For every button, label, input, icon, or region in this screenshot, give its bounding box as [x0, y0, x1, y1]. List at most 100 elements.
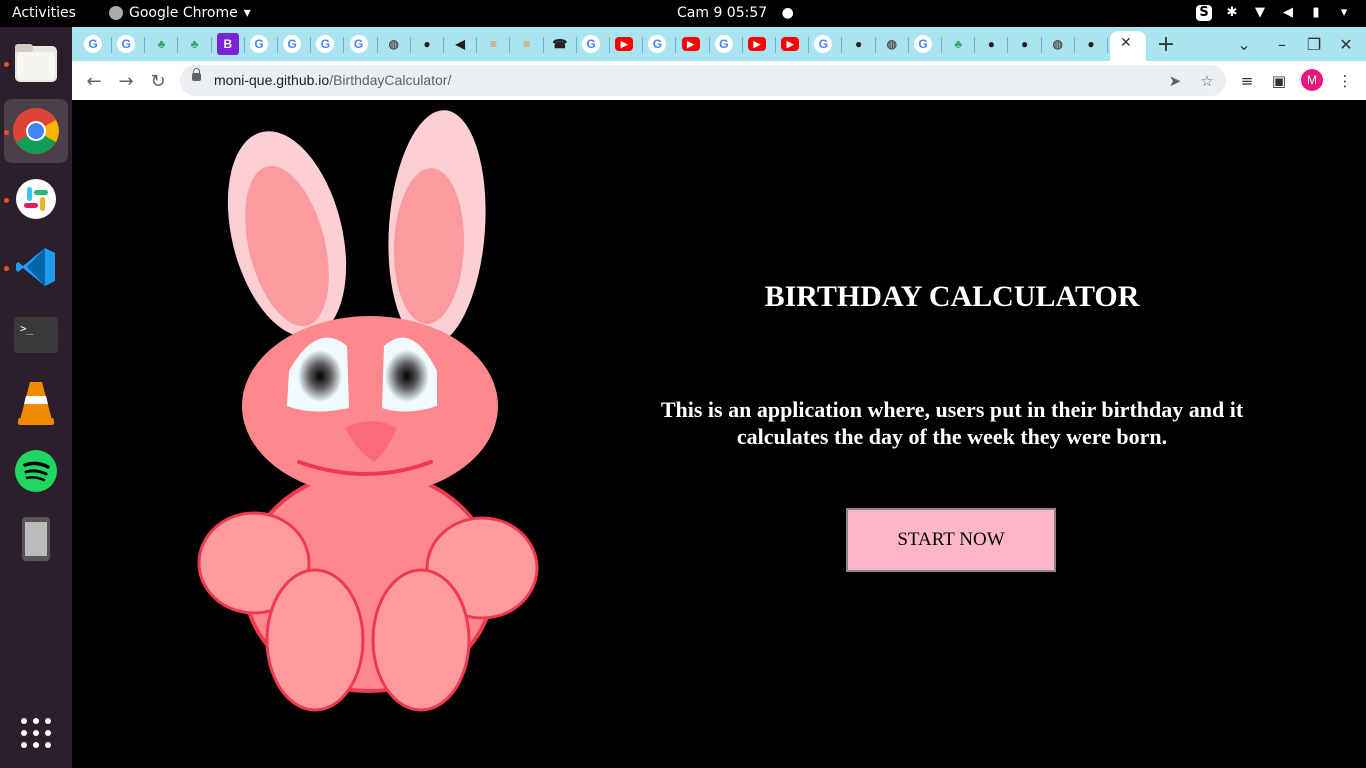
slack-tray-icon[interactable]: ✱ [1224, 5, 1240, 21]
vscode-icon[interactable] [12, 243, 60, 291]
active-tab[interactable]: ✕ [1110, 31, 1146, 61]
tab-separator [409, 37, 411, 53]
tab-separator [775, 37, 776, 53]
vlc-icon[interactable] [12, 379, 60, 427]
phone-icon[interactable] [12, 515, 60, 563]
tab-separator [575, 37, 577, 53]
side-panel-icon[interactable]: ▣ [1267, 69, 1291, 93]
google-tab-favicon-icon[interactable]: G [283, 35, 302, 53]
minimize-icon[interactable]: – [1270, 33, 1294, 55]
phone-tab-favicon-icon[interactable]: ☎ [549, 33, 571, 55]
running-indicator [4, 198, 9, 203]
running-indicator [4, 266, 9, 271]
battery-icon[interactable]: ▮ [1308, 5, 1324, 21]
forward-button[interactable]: → [113, 68, 139, 94]
google-tab-favicon-icon[interactable]: G [814, 35, 833, 53]
youtube-tab-favicon-icon[interactable]: ▶ [681, 37, 700, 51]
google-tab-favicon-icon[interactable]: G [648, 35, 667, 53]
url-text[interactable]: moni-que.github.io/BirthdayCalculator/ [214, 72, 451, 88]
bookmark-star-icon[interactable]: ☆ [1196, 70, 1218, 92]
reload-button[interactable]: ↻ [145, 68, 171, 94]
system-tray[interactable]: S ✱ ▼ ◀ ▮ ▾ [1196, 5, 1352, 21]
power-menu-icon[interactable]: ▾ [1336, 5, 1352, 21]
youtube-tab-favicon-icon[interactable]: ▶ [748, 37, 766, 51]
stackoverflow-tab-favicon-icon[interactable]: ≡ [516, 33, 538, 55]
close-window-icon[interactable]: ✕ [1334, 33, 1358, 55]
send-tab-icon[interactable]: ➤ [1164, 70, 1186, 92]
bootstrap-tab-favicon-icon[interactable]: B [216, 33, 239, 55]
back-button[interactable]: ← [81, 68, 107, 94]
slack-icon[interactable] [12, 175, 60, 223]
tab-separator [808, 37, 810, 53]
notification-dot-icon: ● [781, 5, 794, 21]
google-tab-favicon-icon[interactable]: G [914, 35, 932, 53]
running-indicator [4, 130, 9, 135]
activities-button[interactable]: Activities [12, 5, 76, 21]
github-tab-favicon-icon[interactable]: ● [1080, 33, 1102, 55]
volume-icon[interactable]: ◀ [1280, 5, 1296, 21]
google-tab-favicon-icon[interactable]: G [250, 35, 268, 53]
new-tab-button[interactable]: + [1154, 32, 1178, 57]
tab-separator [708, 37, 710, 53]
tab-separator [1073, 37, 1075, 53]
tab-separator [476, 37, 478, 53]
chevron-down-icon: ▾ [243, 5, 251, 21]
menu-kebab-icon[interactable]: ⋮ [1333, 69, 1357, 93]
google-tab-favicon-icon[interactable]: G [84, 35, 102, 53]
tab-separator [907, 37, 909, 53]
dock: >_ [0, 27, 72, 768]
page-description: This is an application where, users put … [660, 397, 1244, 449]
page-content: BIRTHDAY CALCULATOR This is an applicati… [72, 100, 1366, 768]
page-title: BIRTHDAY CALCULATOR [764, 280, 1140, 313]
lock-icon[interactable] [192, 68, 201, 81]
files-icon[interactable] [12, 39, 60, 87]
tab-search-icon[interactable]: ⌄ [1232, 33, 1256, 55]
tab-strip: G G ♣ ♣ B G G G G ◍ ● ◀ ≡ ≡ ☎ G ▶ G ▶ G ▶ ▶ G ● ◍ G ♣ ● ● ◍ ● ✕ + ⌄ – ❐ ✕ [72, 27, 1366, 61]
tab-separator [343, 37, 345, 53]
chrome-small-icon [109, 6, 123, 20]
tab-separator [1007, 37, 1009, 53]
chrome-icon[interactable] [12, 107, 60, 155]
tab-separator [443, 37, 444, 53]
speaker-tab-favicon-icon[interactable]: ◀ [449, 33, 471, 55]
github-tab-favicon-icon[interactable]: ● [980, 33, 1002, 55]
start-now-button[interactable]: START NOW [846, 508, 1056, 572]
google-tab-favicon-icon[interactable]: G [349, 35, 368, 53]
tree-tab-favicon-icon[interactable]: ♣ [150, 33, 172, 55]
media-control-icon[interactable]: ≡ [1235, 69, 1259, 93]
svg-text:>_: >_ [20, 322, 34, 335]
tab-separator [509, 37, 511, 53]
restore-icon[interactable]: ❐ [1302, 33, 1326, 55]
stackoverflow-tab-favicon-icon[interactable]: ≡ [482, 33, 504, 55]
tab-separator [376, 37, 378, 53]
address-bar[interactable]: moni-que.github.io/BirthdayCalculator/ ➤… [180, 65, 1226, 96]
google-tab-favicon-icon[interactable]: G [714, 35, 733, 53]
spotify-icon[interactable] [12, 447, 60, 495]
tab-separator [609, 37, 610, 53]
close-tab-icon[interactable]: ✕ [1120, 35, 1132, 51]
terminal-icon[interactable]: >_ [12, 311, 60, 359]
skype-icon[interactable]: S [1196, 5, 1212, 21]
github-tab-favicon-icon[interactable]: ● [1014, 33, 1036, 55]
tree-tab-favicon-icon[interactable]: ♣ [184, 33, 206, 55]
clock[interactable]: Cam 9 05:57 ● [677, 5, 794, 21]
github-tab-favicon-icon[interactable]: ● [416, 33, 438, 55]
globe-tab-favicon-icon[interactable]: ◍ [383, 33, 405, 55]
google-tab-favicon-icon[interactable]: G [316, 35, 335, 53]
tab-separator [243, 37, 245, 53]
wifi-icon[interactable]: ▼ [1252, 5, 1268, 21]
profile-avatar[interactable]: M [1301, 69, 1323, 91]
google-tab-favicon-icon[interactable]: G [582, 35, 600, 53]
app-grid-icon[interactable] [12, 709, 60, 757]
tree-tab-favicon-icon[interactable]: ♣ [947, 33, 969, 55]
app-menu[interactable]: Google Chrome ▾ [109, 5, 251, 21]
running-indicator [4, 62, 9, 67]
globe-tab-favicon-icon[interactable]: ◍ [1047, 33, 1069, 55]
google-tab-favicon-icon[interactable]: G [117, 35, 136, 53]
youtube-tab-favicon-icon[interactable]: ▶ [615, 37, 634, 51]
globe-tab-favicon-icon[interactable]: ◍ [881, 33, 903, 55]
tab-separator [177, 37, 179, 53]
youtube-tab-favicon-icon[interactable]: ▶ [781, 37, 800, 51]
app-name: Google Chrome [129, 5, 238, 21]
github-tab-favicon-icon[interactable]: ● [848, 33, 870, 55]
